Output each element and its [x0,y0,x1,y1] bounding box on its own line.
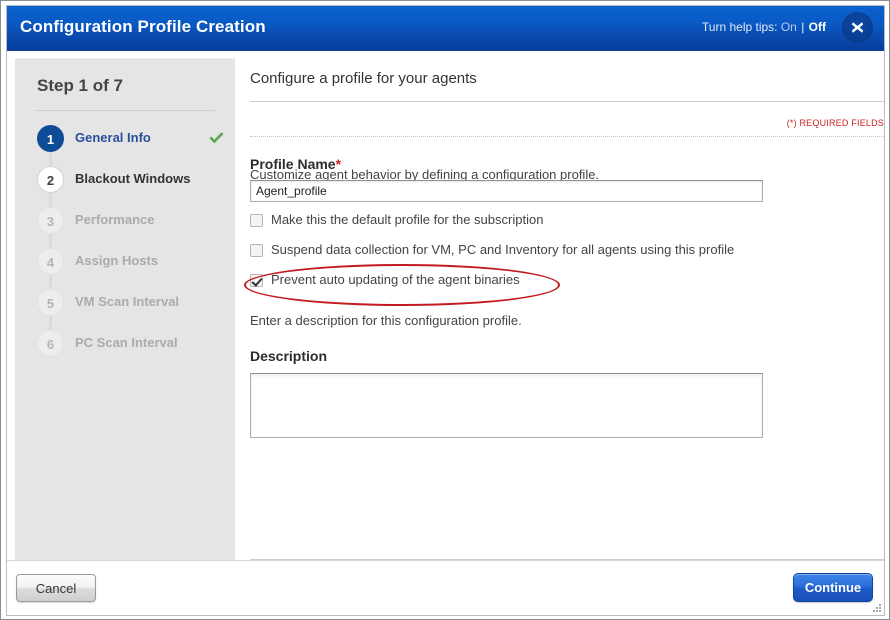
sidebar-item-label: Performance [75,212,154,227]
required-marker: * [336,156,341,172]
continue-button[interactable]: Continue [793,573,873,602]
checkbox-label: Prevent auto updating of the agent binar… [271,272,520,287]
help-tips-off-link[interactable]: Off [809,20,826,34]
profile-name-input[interactable] [250,180,763,202]
dialog-window-inner: Configuration Profile Creation Turn help… [6,5,885,616]
main-content: Configure a profile for your agents Cust… [243,58,884,561]
close-button[interactable] [842,12,873,43]
description-label: Description [250,348,327,364]
sidebar-item-label: VM Scan Interval [75,294,179,309]
step-number-3: 3 [37,207,64,234]
description-input[interactable] [250,373,763,438]
sidebar-divider [35,110,215,111]
checkbox-default-profile[interactable] [250,214,263,227]
checkbox-prevent-auto-update[interactable] [250,274,263,287]
cancel-button[interactable]: Cancel [16,574,96,602]
sidebar-item-pc-scan-interval[interactable]: 6 PC Scan Interval [15,324,235,365]
content-dotted-divider [250,136,884,137]
step-heading: Step 1 of 7 [37,76,123,96]
description-hint: Enter a description for this configurati… [250,313,522,328]
help-tips-separator: | [800,20,805,34]
help-tips-toggle: Turn help tips: On | Off [702,20,826,34]
profile-name-label-text: Profile Name [250,156,336,172]
step-number-5: 5 [37,289,64,316]
sidebar-item-assign-hosts[interactable]: 4 Assign Hosts [15,242,235,283]
sidebar-item-label: PC Scan Interval [75,335,178,350]
sidebar-item-label: Assign Hosts [75,253,158,268]
check-icon [208,131,225,151]
step-number-4: 4 [37,248,64,275]
sidebar-item-performance[interactable]: 3 Performance [15,201,235,242]
sidebar-item-label: General Info [75,130,151,145]
step-sidebar: Step 1 of 7 1 General Info 2 Bl [15,58,235,562]
content-divider [250,101,884,102]
sidebar-item-vm-scan-interval[interactable]: 5 VM Scan Interval [15,283,235,324]
help-tips-on-link[interactable]: On [781,20,797,34]
title-bar: Configuration Profile Creation Turn help… [7,6,884,51]
dialog-footer: Cancel Continue [7,560,884,615]
sidebar-item-general-info[interactable]: 1 General Info [15,119,235,160]
resize-grip[interactable] [872,603,881,612]
required-fields-note: (*) REQUIRED FIELDS [787,118,884,128]
sidebar-item-blackout-windows[interactable]: 2 Blackout Windows [15,160,235,201]
content-heading: Configure a profile for your agents [250,70,477,87]
help-tips-label: Turn help tips: [702,20,778,34]
step-list: 1 General Info 2 Blackout Windows 3 [15,119,235,365]
checkbox-label: Suspend data collection for VM, PC and I… [271,242,734,257]
checkbox-suspend-data-collection[interactable] [250,244,263,257]
profile-name-label: Profile Name* [250,156,341,172]
page-title: Configuration Profile Creation [20,17,266,37]
step-number-1: 1 [37,125,64,152]
step-number-6: 6 [37,330,64,357]
sidebar-item-label: Blackout Windows [75,171,190,186]
step-number-2: 2 [37,166,64,193]
dialog-window: Configuration Profile Creation Turn help… [0,0,890,620]
checkbox-label: Make this the default profile for the su… [271,212,543,227]
